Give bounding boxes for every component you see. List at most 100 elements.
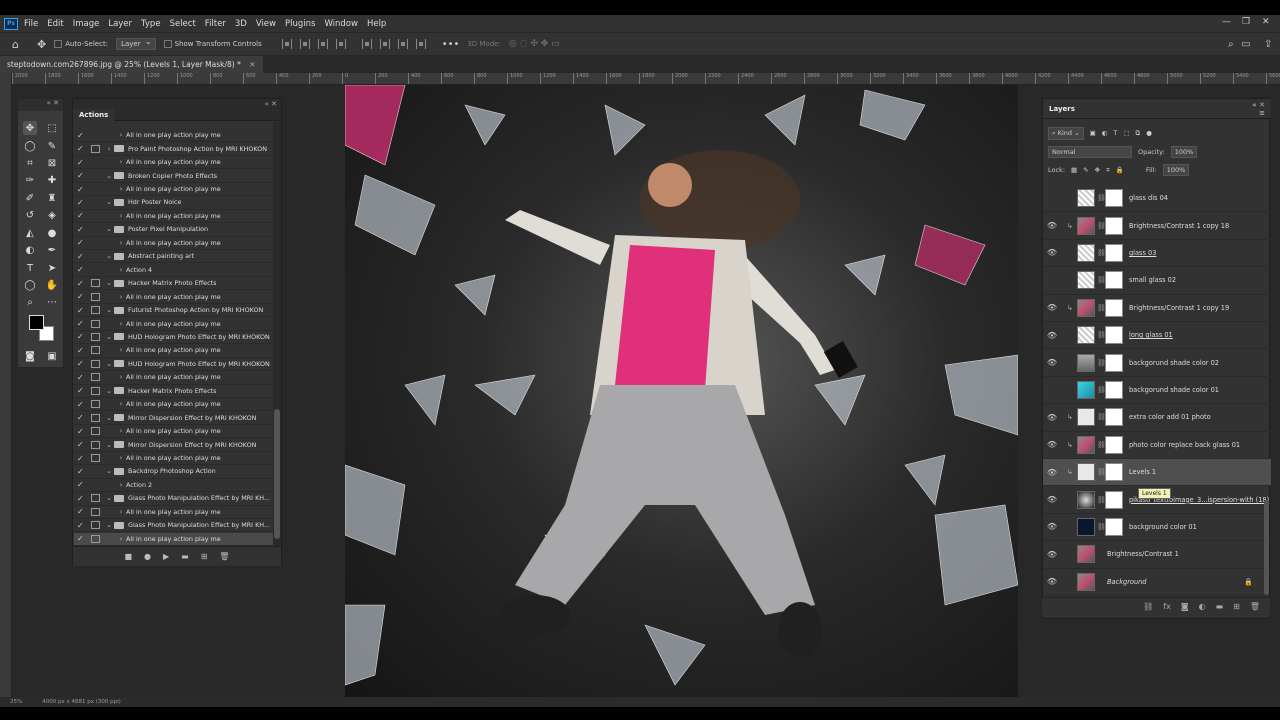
toggle-check-icon[interactable]: ✓ [77, 225, 87, 234]
layer-mask-thumbnail[interactable] [1105, 463, 1123, 482]
layer-row[interactable]: 👁 ↳ ⛓ extra color add 01 photo [1043, 404, 1271, 432]
toggle-check-icon[interactable]: ✓ [77, 373, 87, 382]
action-row[interactable]: ✓ › All in one play action play me [74, 290, 273, 304]
dialog-toggle-icon[interactable] [91, 413, 100, 422]
toggle-check-icon[interactable]: ✓ [77, 131, 87, 140]
toggle-check-icon[interactable]: ✓ [77, 454, 87, 463]
expand-arrow-icon[interactable]: › [116, 454, 126, 462]
visibility-eye-icon[interactable]: 👁 [1043, 276, 1061, 285]
toggle-check-icon[interactable]: ✓ [77, 238, 87, 247]
play-icon[interactable]: ▶ [163, 552, 169, 561]
history-brush-tool-icon[interactable]: ↺ [23, 208, 37, 222]
toggle-check-icon[interactable]: ✓ [77, 359, 87, 368]
align-left-icon[interactable] [281, 39, 292, 49]
expand-arrow-icon[interactable]: ⌄ [104, 521, 114, 529]
dialog-toggle-icon[interactable] [91, 534, 100, 543]
toggle-check-icon[interactable]: ✓ [77, 467, 87, 476]
action-row[interactable]: ✓ › Action 2 [74, 479, 273, 493]
dialog-toggle-icon[interactable] [91, 252, 100, 260]
action-row[interactable]: ✓ › All in one play action play me [74, 183, 273, 197]
panel-menu-icon[interactable]: ≡ [1259, 109, 1265, 117]
visibility-eye-icon[interactable]: 👁 [1043, 577, 1061, 586]
panel-collapse-icon[interactable]: « ✕ [1252, 101, 1265, 109]
transform-controls-checkbox[interactable]: Show Transform Controls [163, 40, 262, 48]
layer-row[interactable]: 👁 Brightness/Contrast 1 [1043, 541, 1271, 569]
mask-link-icon[interactable]: ⛓ [1097, 276, 1106, 284]
mask-link-icon[interactable]: ⛓ [1097, 523, 1106, 531]
toggle-check-icon[interactable]: ✓ [77, 400, 87, 409]
layer-name[interactable]: Brightness/Contrast 1 [1107, 550, 1179, 558]
auto-select-checkbox[interactable]: Auto-Select: [54, 40, 108, 48]
align-middle-icon[interactable] [379, 39, 390, 49]
layer-name[interactable]: small glass 02 [1129, 276, 1176, 284]
expand-arrow-icon[interactable]: › [116, 131, 126, 139]
mask-link-icon[interactable]: ⛓ [1097, 413, 1106, 421]
expand-arrow-icon[interactable]: ⌄ [104, 333, 114, 341]
mask-link-icon[interactable]: ⛓ [1097, 222, 1106, 230]
toggle-check-icon[interactable]: ✓ [77, 198, 87, 207]
expand-arrow-icon[interactable]: › [116, 373, 126, 381]
expand-arrow-icon[interactable]: › [104, 145, 114, 153]
dialog-toggle-icon[interactable] [91, 400, 100, 409]
quick-mask-icon[interactable]: ◙ [23, 349, 37, 363]
zoom-tool-icon[interactable]: ⌕ [23, 295, 37, 309]
lock-all-icon[interactable]: 🔒 [1116, 166, 1124, 174]
layer-name[interactable]: extra color add 01 photo [1129, 413, 1211, 421]
expand-arrow-icon[interactable]: › [116, 158, 126, 166]
toggle-check-icon[interactable]: ✓ [77, 319, 87, 328]
trash-icon[interactable]: 🗑 [1250, 602, 1260, 611]
expand-arrow-icon[interactable]: ⌄ [104, 252, 114, 260]
layer-name[interactable]: backgorund shade color 02 [1129, 359, 1219, 367]
mask-link-icon[interactable]: ⛓ [1097, 496, 1106, 504]
action-set-row[interactable]: ✓ ⌄ Abstract painting art [74, 250, 273, 264]
layer-thumbnail[interactable] [1077, 380, 1095, 399]
healing-brush-tool-icon[interactable]: ✚ [45, 173, 59, 187]
toggle-check-icon[interactable]: ✓ [77, 265, 87, 274]
layer-mask-thumbnail[interactable] [1105, 380, 1123, 399]
action-row[interactable]: ✓ › Action 4 [74, 264, 273, 277]
dialog-toggle-icon[interactable] [91, 386, 100, 395]
move-tool-icon[interactable]: ✥ [37, 38, 46, 51]
menu-plugins[interactable]: Plugins [285, 19, 315, 29]
toggle-check-icon[interactable]: ✓ [77, 494, 87, 503]
opacity-input[interactable]: 100% [1170, 146, 1198, 158]
expand-arrow-icon[interactable]: ⌄ [104, 172, 114, 180]
dialog-toggle-icon[interactable] [91, 427, 100, 436]
link-icon[interactable]: ⛓ [1143, 602, 1153, 611]
layer-thumbnail[interactable] [1077, 435, 1095, 454]
lock-position-icon[interactable]: ✥ [1095, 166, 1100, 174]
dialog-toggle-icon[interactable] [91, 332, 100, 341]
expand-arrow-icon[interactable]: › [116, 239, 126, 247]
more-options-icon[interactable]: ••• [442, 39, 460, 50]
expand-arrow-icon[interactable]: › [116, 535, 126, 543]
layer-thumbnail[interactable] [1077, 243, 1095, 262]
layer-mask-thumbnail[interactable] [1105, 271, 1123, 290]
visibility-eye-icon[interactable]: 👁 [1043, 413, 1061, 422]
workspace-icon[interactable]: ▭ [1241, 39, 1250, 50]
action-set-row[interactable]: ✓ › Pro Paint Photoshop Action by MRI KHOK… [74, 142, 273, 156]
expand-arrow-icon[interactable]: › [116, 400, 126, 408]
stamp-tool-icon[interactable]: ♜ [45, 191, 59, 205]
dialog-toggle-icon[interactable] [91, 359, 100, 368]
action-row[interactable]: ✓ › All in one play action play me [74, 532, 273, 546]
action-row[interactable]: ✓ › All in one play action play me [74, 398, 273, 412]
tab-close-icon[interactable]: ✕ [249, 60, 255, 69]
expand-arrow-icon[interactable]: ⌄ [104, 225, 114, 233]
action-row[interactable]: ✓ › All in one play action play me [74, 237, 273, 251]
layer-name[interactable]: Brightness/Contrast 1 copy 19 [1129, 304, 1229, 312]
expand-arrow-icon[interactable]: › [116, 427, 126, 435]
blur-tool-icon[interactable]: ● [45, 226, 59, 240]
action-set-row[interactable]: ✓ ⌄ Glass Photo Manipulation Effect by MRI… [74, 492, 273, 506]
mask-link-icon[interactable]: ⛓ [1097, 359, 1106, 367]
record-icon[interactable]: ● [144, 552, 151, 561]
toggle-check-icon[interactable]: ✓ [77, 480, 87, 489]
action-set-row[interactable]: ✓ ⌄ Futurist Photoshop Action by MRI KHOKO… [74, 304, 273, 318]
mask-icon[interactable]: ◙ [1181, 602, 1189, 611]
layer-thumbnail[interactable] [1077, 490, 1095, 509]
layers-scrollbar-thumb[interactable] [1264, 500, 1269, 595]
action-row[interactable]: ✓ › All in one play action play me [74, 156, 273, 170]
action-set-row[interactable]: ✓ ⌄ Mirror Dispersion Effect by MRI KHOKON [74, 411, 273, 425]
toggle-check-icon[interactable]: ✓ [77, 521, 87, 530]
visibility-eye-icon[interactable]: 👁 [1043, 440, 1061, 449]
dialog-toggle-icon[interactable] [91, 144, 100, 153]
